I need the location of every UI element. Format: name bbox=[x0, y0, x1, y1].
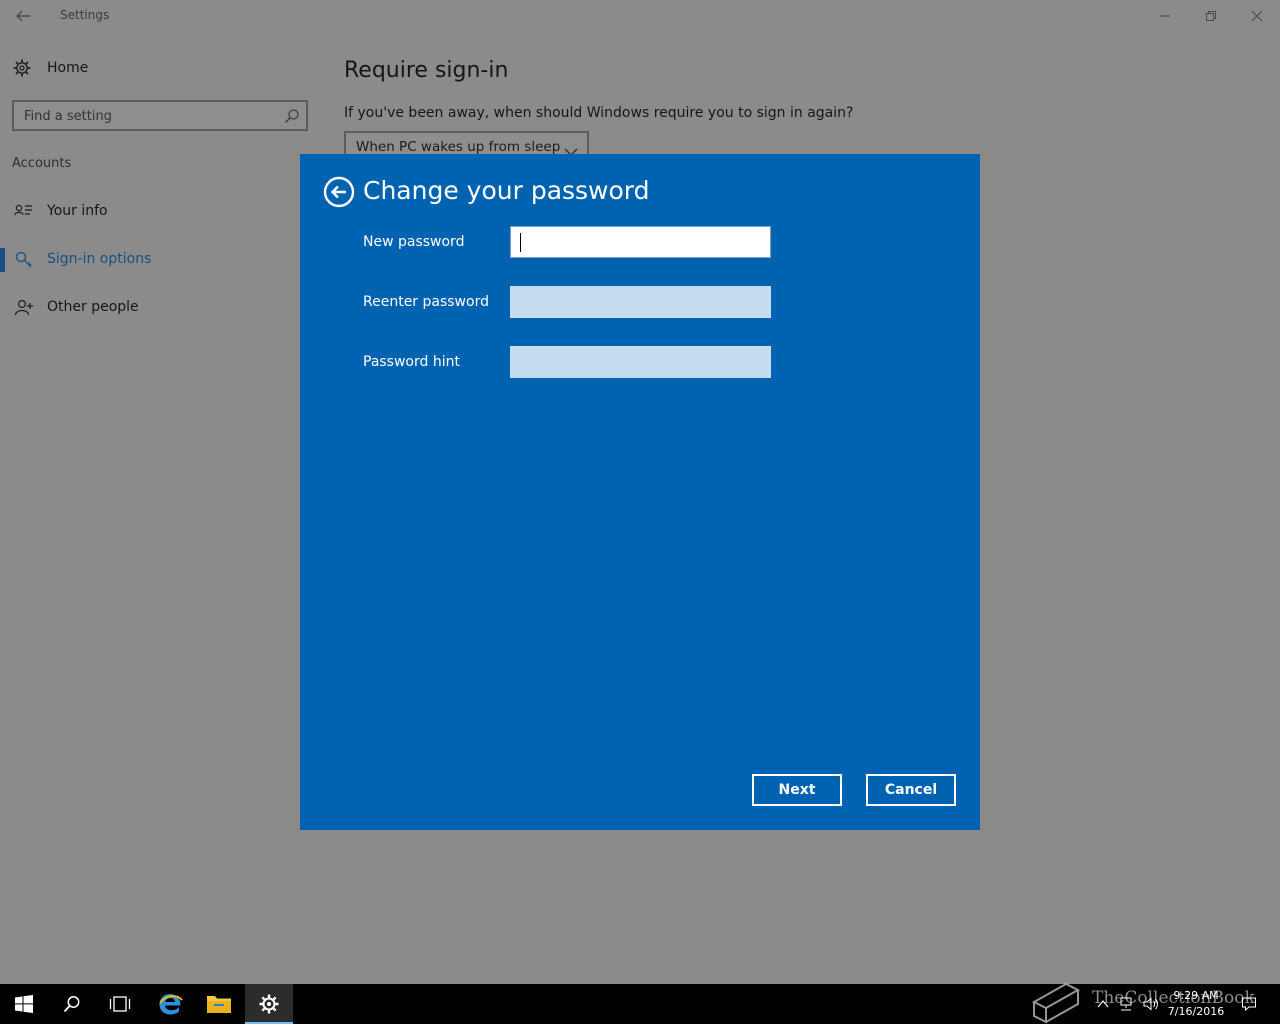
task-view-icon bbox=[109, 996, 131, 1012]
restore-icon[interactable] bbox=[1188, 0, 1234, 32]
clock-date: 7/16/2016 bbox=[1167, 1005, 1225, 1018]
chevron-up-icon bbox=[1097, 1000, 1109, 1008]
require-signin-description: If you've been away, when should Windows… bbox=[344, 105, 854, 121]
task-view-button[interactable] bbox=[96, 984, 144, 1024]
close-icon[interactable] bbox=[1234, 0, 1280, 32]
notification-icon bbox=[1242, 997, 1256, 1012]
search-icon bbox=[63, 996, 80, 1013]
password-hint-label: Password hint bbox=[363, 354, 460, 370]
taskbar-clock[interactable]: 9:29 AM 7/16/2016 bbox=[1160, 988, 1232, 1020]
sidebar-item-label: Other people bbox=[47, 299, 139, 315]
reenter-password-field[interactable] bbox=[510, 286, 771, 318]
page-title: Require sign-in bbox=[344, 58, 509, 83]
selection-indicator bbox=[0, 248, 5, 272]
next-button[interactable]: Next bbox=[752, 774, 842, 806]
reenter-password-label: Reenter password bbox=[363, 294, 489, 310]
search-box bbox=[12, 100, 308, 131]
accounts-section-label: Accounts bbox=[12, 156, 72, 171]
new-password-label: New password bbox=[363, 234, 465, 250]
dialog-title: Change your password bbox=[363, 176, 650, 205]
windows-logo-icon bbox=[15, 995, 33, 1013]
sidebar-item-other-people[interactable]: Other people bbox=[0, 288, 300, 328]
start-button[interactable] bbox=[0, 984, 48, 1024]
search-input[interactable] bbox=[24, 107, 274, 125]
book-watermark-icon bbox=[1030, 978, 1082, 1024]
edge-browser-icon bbox=[159, 994, 183, 1015]
folder-icon bbox=[207, 996, 231, 1013]
sidebar-item-label: Your info bbox=[47, 203, 108, 219]
sidebar-item-your-info[interactable]: Your info bbox=[0, 192, 300, 232]
volume-button[interactable] bbox=[1140, 984, 1162, 1024]
gear-icon bbox=[259, 994, 279, 1014]
person-add-icon bbox=[14, 299, 33, 317]
show-hidden-icons-button[interactable] bbox=[1094, 984, 1112, 1024]
settings-taskbar-button[interactable] bbox=[245, 984, 293, 1024]
edge-button[interactable] bbox=[146, 984, 194, 1024]
sidebar-item-label: Sign-in options bbox=[47, 251, 152, 267]
gear-icon bbox=[13, 59, 31, 77]
new-password-field[interactable] bbox=[510, 226, 771, 258]
cancel-button[interactable]: Cancel bbox=[866, 774, 956, 806]
window-title: Settings bbox=[60, 8, 110, 22]
clock-time: 9:29 AM bbox=[1173, 989, 1219, 1002]
home-link[interactable]: Home bbox=[12, 56, 88, 80]
file-explorer-button[interactable] bbox=[195, 984, 243, 1024]
person-card-icon bbox=[14, 203, 32, 221]
dropdown-value: When PC wakes up from sleep bbox=[356, 139, 561, 155]
home-label: Home bbox=[47, 60, 89, 76]
search-icon[interactable] bbox=[284, 108, 300, 128]
action-center-button[interactable] bbox=[1236, 984, 1262, 1024]
sidebar-item-sign-in-options[interactable]: Sign-in options bbox=[0, 240, 300, 280]
speaker-icon bbox=[1143, 997, 1158, 1011]
minimize-icon[interactable] bbox=[1142, 0, 1188, 32]
title-bar: Settings bbox=[0, 0, 1280, 32]
text-caret bbox=[520, 233, 521, 252]
taskbar: TheCollectionBook 9:29 AM 7/16/2016 bbox=[0, 982, 1280, 1024]
change-password-dialog: Change your password New password Reente… bbox=[300, 154, 980, 830]
password-hint-field[interactable] bbox=[510, 346, 771, 378]
network-button[interactable] bbox=[1116, 984, 1136, 1024]
back-circle-icon[interactable] bbox=[323, 176, 355, 208]
back-arrow-icon[interactable] bbox=[12, 6, 36, 26]
key-icon bbox=[14, 251, 32, 269]
search-taskbar-button[interactable] bbox=[48, 984, 96, 1024]
network-icon bbox=[1120, 997, 1132, 1011]
